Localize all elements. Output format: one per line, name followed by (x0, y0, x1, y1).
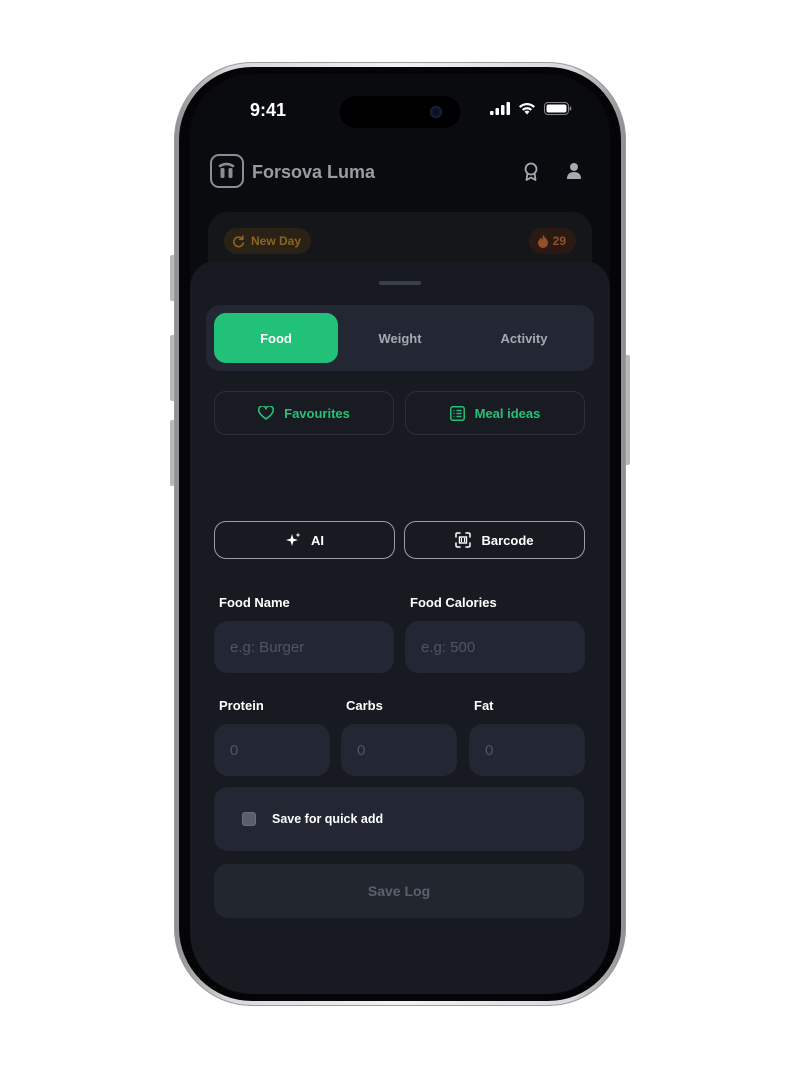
quick-add-checkbox[interactable] (242, 812, 256, 826)
carbs-label: Carbs (346, 698, 383, 713)
meal-ideas-button[interactable]: Meal ideas (405, 391, 585, 435)
food-calories-input[interactable] (405, 621, 585, 673)
streak-count: 29 (552, 234, 566, 248)
new-day-button[interactable]: New Day (224, 228, 312, 254)
quick-add-label: Save for quick add (272, 812, 384, 826)
app-header: Forsova Luma (210, 154, 590, 194)
sparkle-icon (286, 532, 301, 546)
barcode-button[interactable]: Barcode (404, 521, 585, 559)
app-logo (210, 154, 244, 188)
favourites-button[interactable]: Favourites (214, 391, 394, 435)
front-camera (430, 106, 442, 118)
list-icon (449, 405, 465, 421)
food-name-input[interactable] (214, 621, 394, 673)
fat-label: Fat (474, 698, 494, 713)
new-day-label: New Day (251, 234, 302, 248)
phone-screen: 9:41 Forsova Luma New Day 29 Food Weight… (190, 74, 610, 994)
ai-button[interactable]: AI (214, 521, 395, 559)
protein-label: Protein (219, 698, 264, 713)
logo-mark-icon (218, 162, 235, 178)
food-name-label: Food Name (219, 595, 290, 610)
barcode-label: Barcode (481, 532, 534, 548)
sheet-grab-handle[interactable] (379, 281, 421, 285)
status-icons (490, 102, 572, 115)
tab-food[interactable]: Food (214, 313, 338, 363)
battery-icon (544, 102, 572, 115)
award-icon[interactable] (522, 162, 540, 182)
flame-icon (537, 234, 548, 248)
status-bar: 9:41 (190, 74, 610, 144)
tab-weight[interactable]: Weight (338, 313, 462, 363)
favourites-label: Favourites (284, 405, 350, 421)
user-icon[interactable] (566, 162, 582, 180)
log-entry-sheet: Food Weight Activity Favourites Meal ide… (190, 261, 610, 994)
ai-label: AI (311, 532, 324, 548)
barcode-icon (455, 532, 472, 548)
tab-activity[interactable]: Activity (462, 313, 586, 363)
food-calories-label: Food Calories (410, 595, 497, 610)
refresh-icon (233, 234, 245, 247)
carbs-input[interactable] (341, 724, 457, 776)
meal-ideas-label: Meal ideas (474, 405, 541, 421)
heart-icon (258, 406, 275, 420)
dynamic-island (340, 96, 460, 128)
signal-icon (490, 102, 510, 115)
save-log-button[interactable]: Save Log (214, 864, 584, 918)
wifi-icon (519, 102, 535, 115)
status-time: 9:41 (250, 100, 287, 120)
fat-input[interactable] (469, 724, 585, 776)
protein-input[interactable] (214, 724, 330, 776)
streak-badge: 29 (528, 228, 576, 254)
log-type-tabs: Food Weight Activity (206, 305, 594, 371)
quick-add-option[interactable]: Save for quick add (214, 787, 584, 851)
app-title: Forsova Luma (252, 162, 376, 182)
